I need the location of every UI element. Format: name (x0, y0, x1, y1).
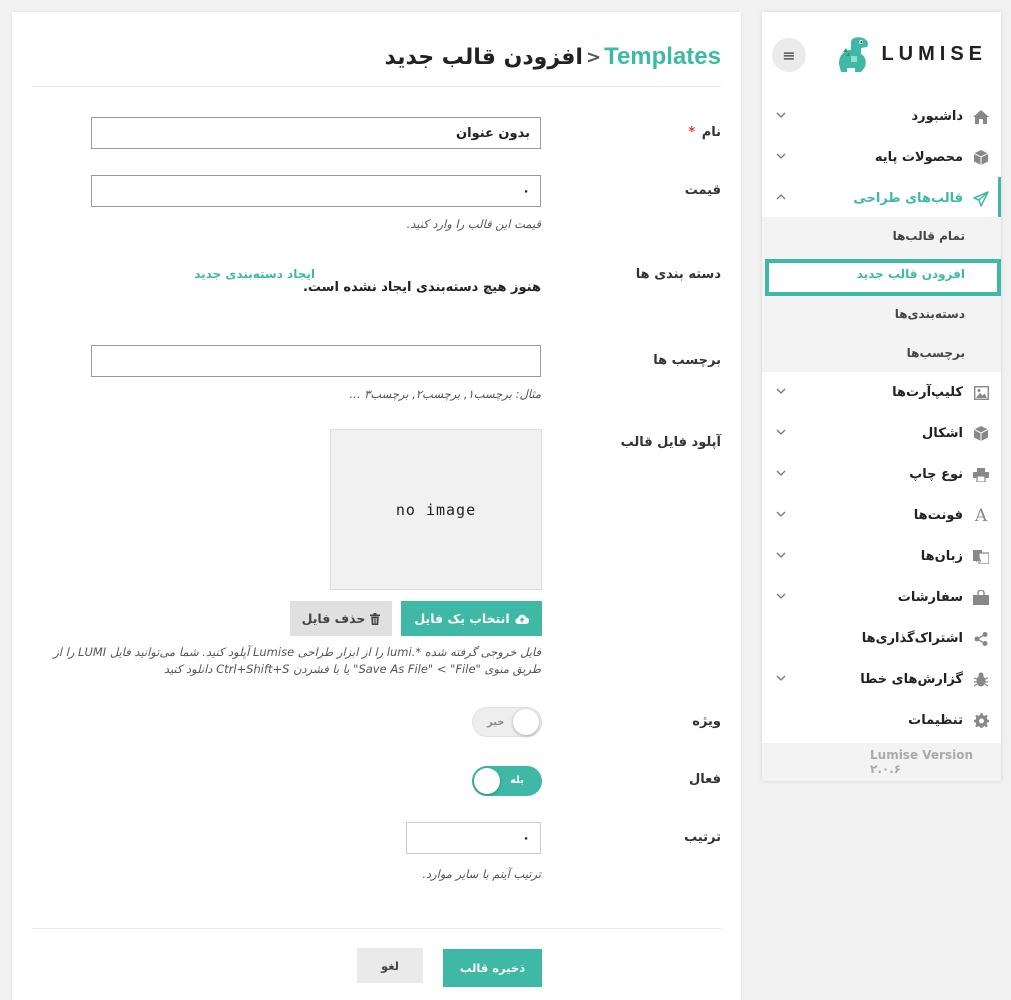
cancel-button[interactable]: لغو (357, 948, 423, 983)
sidebar-item-label: تنظیمات (908, 713, 963, 728)
chevron-down-icon (776, 511, 786, 517)
sidebar-item-label: محصولات پایه (874, 150, 963, 165)
hamburger-icon: ≡ (782, 45, 796, 65)
sidebar-item-shapes[interactable]: اشکال (762, 413, 1001, 454)
chevron-down-icon (776, 388, 786, 394)
cube-icon (974, 426, 988, 441)
sidebar-item-label: گزارش‌های خطا (860, 672, 963, 687)
gear-icon (973, 713, 989, 728)
font-icon: A (974, 505, 988, 526)
tags-input[interactable] (91, 345, 541, 377)
menu-toggle-button[interactable]: ≡ (772, 38, 806, 72)
create-category-link[interactable]: ایجاد دسته‌بندی جدید (194, 267, 315, 281)
chevron-down-icon (776, 675, 786, 681)
main-panel: Templates < افزودن قالب جدید نام * بدون … (12, 12, 741, 1000)
active-label: فعال (688, 772, 721, 787)
sidebar-item-design-templates[interactable]: قالب‌های طراحی (762, 178, 1001, 219)
featured-toggle-text: خیر (487, 717, 505, 728)
upload-hint: فایل خروجی گرفته شده *.lumi را از ابزار … (53, 645, 541, 676)
sidebar-item-print-types[interactable]: نوع چاپ (762, 454, 1001, 495)
sidebar-item-label: سفارشات (897, 590, 963, 605)
sidebar-item-fonts[interactable]: A فونت‌ها (762, 495, 1001, 536)
chevron-down-icon (776, 593, 786, 599)
version-text: Lumise Version ۲.۰.۶ (762, 743, 1001, 781)
home-icon (973, 109, 989, 124)
remove-file-button[interactable]: حذف فایل (290, 601, 392, 636)
share-icon (974, 631, 988, 646)
paper-plane-icon (973, 190, 989, 207)
sidebar-item-dashboard[interactable]: داشبورد (762, 96, 1001, 137)
save-template-button[interactable]: ذخیره قالب (443, 949, 542, 987)
cube-icon (974, 150, 988, 165)
bug-icon (974, 672, 988, 687)
cloud-upload-icon (515, 614, 529, 624)
footer-divider (32, 928, 721, 929)
sidebar-item-shares[interactable]: اشتراک‌گذاری‌ها (762, 618, 1001, 659)
template-preview-placeholder: no image (330, 429, 542, 590)
featured-label: ویژه (692, 714, 721, 729)
sidebar-item-bug-reports[interactable]: گزارش‌های خطا (762, 659, 1001, 700)
chevron-down-icon (776, 112, 786, 118)
tags-hint: مثال: برچسب۱, برچسب۲, برچسب۳ ... (349, 387, 541, 401)
sidebar-item-cliparts[interactable]: کلیپ‌آرت‌ها (762, 372, 1001, 413)
sidebar-item-label: داشبورد (911, 109, 963, 124)
breadcrumb-separator: < (585, 46, 602, 68)
shopping-bag-icon (973, 590, 989, 605)
sidebar-item-label: کلیپ‌آرت‌ها (892, 385, 963, 400)
price-input[interactable]: ۰ (91, 175, 541, 207)
order-input[interactable]: ۰ (406, 822, 541, 854)
active-toggle-text: بله (510, 775, 524, 786)
price-hint: قیمت این قالب را وارد کنید. (406, 217, 541, 231)
page-header: Templates < افزودن قالب جدید (385, 42, 721, 72)
submenu-item-all-templates[interactable]: تمام قالب‌ها (893, 229, 965, 243)
submenu-item-add-template[interactable]: افزودن قالب جدید (857, 267, 965, 281)
sidebar-item-label: نوع چاپ (909, 467, 963, 482)
header-divider (32, 86, 721, 87)
name-label: نام * (688, 125, 721, 140)
logo-text: LUMISE (881, 42, 987, 65)
order-hint: ترتیب آیتم با سایر موارد. (422, 867, 541, 881)
dinosaur-logo-icon (839, 37, 869, 72)
chevron-down-icon (776, 470, 786, 476)
order-label: ترتیب (684, 830, 721, 845)
sidebar-item-label: اشکال (922, 426, 963, 441)
choose-file-label: انتخاب یک فایل (414, 611, 510, 626)
trash-icon (370, 612, 381, 625)
categories-empty-text: هنوز هیچ دسته‌بندی ایجاد نشده است. (302, 280, 541, 295)
sidebar-item-languages[interactable]: A زبان‌ها (762, 536, 1001, 577)
choose-file-button[interactable]: انتخاب یک فایل (401, 601, 542, 636)
breadcrumb-templates[interactable]: Templates (604, 43, 721, 71)
submenu-item-categories[interactable]: دسته‌بندی‌ها (895, 307, 965, 321)
sidebar-item-orders[interactable]: سفارشات (762, 577, 1001, 618)
submenu-item-tags[interactable]: برچسب‌ها (907, 346, 965, 360)
chevron-down-icon (776, 552, 786, 558)
image-icon (973, 385, 989, 400)
sidebar-item-label: فونت‌ها (913, 508, 963, 523)
chevron-up-icon (776, 194, 786, 200)
language-icon: A (973, 549, 989, 564)
categories-label: دسته بندی ها (635, 267, 721, 282)
sidebar-item-label: زبان‌ها (920, 549, 963, 564)
sidebar-item-settings[interactable]: تنظیمات (762, 700, 1001, 741)
chevron-down-icon (776, 153, 786, 159)
printer-icon (973, 467, 989, 482)
sidebar-item-base-products[interactable]: محصولات پایه (762, 137, 1001, 178)
tags-label: برچسب ها (653, 353, 721, 368)
svg-text:A: A (976, 555, 982, 564)
toggle-knob (474, 768, 500, 794)
featured-toggle[interactable]: خیر (472, 707, 542, 737)
chevron-down-icon (776, 429, 786, 435)
name-input[interactable]: بدون عنوان (91, 117, 541, 149)
upload-label: آپلود فایل قالب (620, 435, 721, 450)
toggle-knob (513, 709, 539, 735)
required-mark: * (688, 125, 696, 140)
sidebar-item-label: قالب‌های طراحی (853, 191, 963, 206)
remove-file-label: حذف فایل (301, 611, 366, 626)
price-label: قیمت (684, 183, 721, 198)
logo[interactable]: LUMISE (833, 34, 987, 74)
page-title: افزودن قالب جدید (384, 44, 583, 70)
sidebar: ≡ LUMISE داشبورد محصولات پایه قالب‌های ط… (762, 12, 1001, 781)
sidebar-item-label: اشتراک‌گذاری‌ها (861, 631, 963, 646)
active-toggle[interactable]: بله (472, 766, 542, 796)
